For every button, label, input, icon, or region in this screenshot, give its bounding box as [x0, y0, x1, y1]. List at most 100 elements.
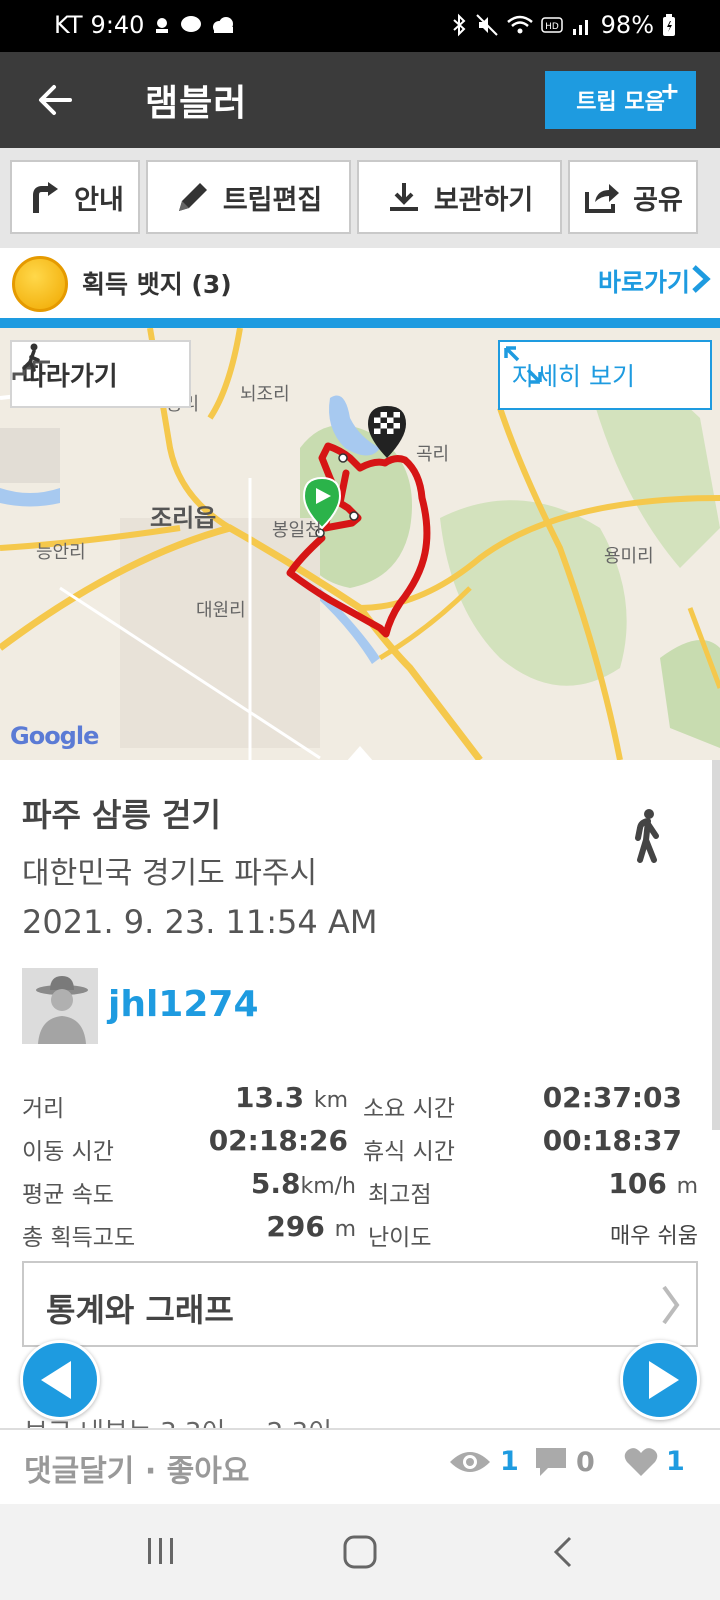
elevation-gain-unit: m	[334, 1217, 356, 1242]
save-button[interactable]: 보관하기	[357, 160, 562, 234]
edit-trip-label: 트립편집	[222, 184, 323, 216]
chevron-right-icon	[692, 265, 711, 293]
trip-title: 파주 삼릉 걷기	[22, 796, 221, 834]
stat-value: 296 m	[266, 1210, 356, 1243]
duration-value: 02:37:03	[542, 1081, 682, 1114]
action-row: 안내 트립편집 보관하기 공유	[0, 148, 720, 248]
comment-icon	[536, 1448, 566, 1476]
stat-value: 106 m	[608, 1167, 698, 1200]
back-arrow-icon	[39, 85, 72, 115]
guide-button[interactable]: 안내	[10, 160, 140, 234]
clock-label: 9:40	[90, 11, 145, 39]
svg-text:HD: HD	[545, 22, 559, 32]
signal-icon	[572, 20, 588, 35]
stat-label: 총 획득고도	[22, 1225, 136, 1251]
speed-unit: km/h	[300, 1174, 356, 1199]
badge-bar[interactable]: 획득 뱃지 (3) 바로가기	[0, 248, 720, 318]
stat-label: 난이도	[368, 1225, 432, 1251]
map-label-place: 용미리	[604, 546, 654, 567]
stat-value: 13.3 km	[235, 1081, 348, 1114]
turn-arrow-icon	[33, 182, 59, 213]
badge-shortcut-link[interactable]: 바로가기	[598, 263, 690, 299]
like-count[interactable]: 1	[624, 1446, 685, 1477]
carrier-label: KT	[54, 11, 83, 39]
comment-count: 0	[534, 1446, 595, 1478]
max-elevation-unit: m	[676, 1174, 698, 1199]
scrollbar[interactable]	[712, 760, 720, 1130]
heart-icon	[624, 1447, 658, 1476]
map-label-place: 대원리	[196, 600, 246, 621]
username-link[interactable]: jhl1274	[108, 984, 259, 1025]
share-button[interactable]: 공유	[568, 160, 698, 234]
map-label-town: 조리읍	[150, 504, 217, 532]
difficulty-value: 매우 쉬움	[610, 1224, 698, 1249]
detail-view-button[interactable]: 자세히 보기	[498, 340, 712, 410]
view-count-value: 1	[500, 1446, 519, 1477]
wifi-icon	[506, 15, 533, 34]
save-label: 보관하기	[433, 184, 534, 216]
hiker-stairs-icon	[12, 343, 50, 380]
battery-icon	[663, 14, 675, 36]
avatar[interactable]	[22, 968, 98, 1044]
map-label-place: 봉일천	[272, 520, 322, 541]
stat-value: 5.8km/h	[251, 1167, 356, 1200]
next-trip-button[interactable]	[620, 1340, 700, 1420]
panel-pointer-icon	[346, 746, 374, 762]
edit-trip-button[interactable]: 트립편집	[146, 160, 351, 234]
chat-bubble-icon	[181, 16, 202, 32]
route-map[interactable]: 뇌조리 봉리 조리읍 능안리 대원리 봉일천 용미리 곡리 따라가기 자세히 보…	[0, 328, 720, 760]
map-label-place: 능안리	[36, 542, 86, 563]
chevron-right-icon	[662, 1285, 680, 1325]
moving-time-value: 02:18:26	[208, 1124, 348, 1157]
recent-apps-icon[interactable]	[144, 1534, 178, 1568]
bluetooth-icon	[452, 13, 466, 37]
stat-label: 소요 시간	[363, 1096, 455, 1122]
app-title: 램블러	[145, 83, 248, 124]
stat-label: 이동 시간	[22, 1139, 114, 1165]
plus-icon: +	[659, 77, 680, 105]
badge-medal-icon	[12, 256, 68, 312]
speed-value: 5.8	[250, 1167, 301, 1200]
guide-label: 안내	[74, 184, 124, 216]
hd-icon: HD	[540, 17, 563, 33]
stat-label: 휴식 시간	[363, 1139, 455, 1165]
map-label-place: 곡리	[416, 444, 450, 465]
distance-value: 13.3	[234, 1081, 305, 1114]
trip-date: 2021. 9. 23. 11:54 AM	[22, 903, 378, 941]
trip-collection-button[interactable]: 트립 모음 +	[545, 71, 696, 129]
expand-arrows-icon	[504, 346, 542, 384]
back-button[interactable]	[30, 74, 82, 126]
pencil-icon	[178, 183, 207, 211]
battery-percent: 98%	[600, 11, 654, 39]
max-elevation-value: 106	[608, 1167, 667, 1200]
notification-icon	[156, 18, 169, 33]
stat-label: 평균 속도	[22, 1182, 114, 1208]
like-count-value: 1	[666, 1446, 685, 1477]
triangle-right-icon	[649, 1361, 679, 1399]
mute-icon	[475, 14, 498, 36]
badge-count-label: 획득 뱃지 (3)	[82, 270, 232, 299]
download-icon	[389, 183, 418, 211]
back-nav-icon[interactable]	[548, 1534, 578, 1570]
status-left: KT 9:40	[54, 11, 236, 39]
comment-count-value: 0	[576, 1446, 595, 1478]
follow-button[interactable]: 따라가기	[10, 340, 191, 408]
system-navigation-bar	[0, 1504, 720, 1600]
walking-person-icon	[635, 809, 659, 863]
stat-label: 최고점	[368, 1182, 432, 1208]
user-silhouette-icon	[22, 968, 98, 1044]
status-right: HD 98%	[451, 11, 676, 39]
description-text: 보고 내부는 3.3이 ... 2.3이 ...	[24, 1410, 684, 1428]
map-label-place: 뇌조리	[240, 384, 290, 405]
home-icon[interactable]	[342, 1534, 378, 1570]
distance-unit: km	[313, 1088, 348, 1113]
stats-graph-button[interactable]: 통계와 그래프	[22, 1261, 698, 1347]
comment-like-button[interactable]: 댓글달기 · 좋아요	[24, 1446, 250, 1490]
app-bar: 램블러 트립 모음 +	[0, 52, 720, 148]
share-icon	[585, 184, 620, 213]
cloud-icon	[213, 17, 234, 33]
status-bar: KT 9:40 HD 98%	[0, 0, 720, 52]
eye-icon	[450, 1451, 490, 1472]
previous-trip-button[interactable]	[20, 1340, 100, 1420]
trip-collection-label: 트립 모음	[576, 90, 665, 115]
